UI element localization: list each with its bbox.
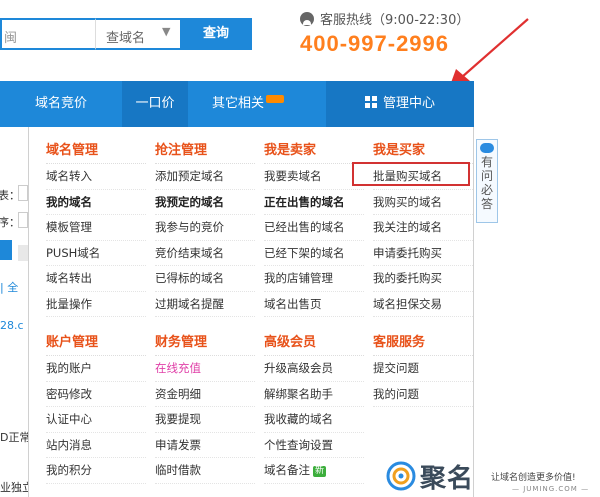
menu-item[interactable]: 我的账户 [46,356,146,382]
partial-button [18,245,28,261]
nav-item-label: 域名竞价 [34,96,87,111]
hotline-number: 400-997-2996 [300,31,450,56]
new-badge-icon [266,95,284,103]
help-tab-char: 答 [480,197,493,211]
nav-item-fixed-price[interactable]: 一口价 [122,81,188,127]
menu-item[interactable]: 认证中心 [46,407,146,433]
menu-column-finance: 财务管理 在线充值 资金明细 我要提现 申请发票 临时借款 [155,331,255,484]
menu-item[interactable]: 在线充值 [155,356,255,382]
partial-button [0,240,12,260]
menu-item[interactable]: 资金明细 [155,382,255,407]
menu-item[interactable]: 域名出售页 [264,292,364,317]
menu-column-seller: 我是卖家 我要卖域名 正在出售的域名 已经出售的域名 已经下架的域名 我的店铺管… [264,139,364,317]
menu-item[interactable]: 过期域名提醒 [155,292,255,317]
menu-item[interactable]: 域名备注新 [264,458,364,484]
watermark-slogan: 让域名创造更多价值! [491,473,576,483]
menu-item[interactable]: 我的委托购买 [373,266,473,292]
partial-label: 序： [0,216,20,229]
menu-column-backorder: 抢注管理 添加预定域名 我预定的域名 我参与的竞价 竞价结束域名 已得标的域名 … [155,139,255,317]
menu-item[interactable]: 我购买的域名 [373,190,473,215]
menu-column-title: 抢注管理 [155,139,255,164]
menu-column-title: 高级会员 [264,331,364,356]
menu-column-support: 客服服务 提交问题 我的问题 [373,331,473,407]
nav-item-management-center[interactable]: 管理中心 [326,81,474,127]
search-button[interactable]: 查询 [180,18,252,50]
menu-item[interactable]: PUSH域名 [46,241,146,266]
grid-icon [364,96,377,108]
menu-item[interactable]: 个性查询设置 [264,433,364,458]
menu-column-title: 域名管理 [46,139,146,164]
partial-input [18,185,28,201]
menu-item[interactable]: 我的店铺管理 [264,266,364,292]
juming-logo-icon [386,461,416,491]
menu-item[interactable]: 域名转出 [46,266,146,292]
menu-column-title: 我是卖家 [264,139,364,164]
domain-select-label: 查域名 [106,31,146,46]
new-badge: 新 [313,466,327,477]
partial-label: 表： [0,189,20,202]
menu-item[interactable]: 批量操作 [46,292,146,317]
menu-item[interactable]: 我关注的域名 [373,215,473,241]
menu-item[interactable]: 解绑聚名助手 [264,382,364,407]
chat-bubble-icon [480,143,494,153]
partial-link: | 全 [0,281,19,294]
menu-column-title: 我是买家 [373,139,473,164]
menu-item[interactable]: 域名担保交易 [373,292,473,317]
watermark-url: — JUMING.COM — [512,485,590,493]
menu-column-title: 账户管理 [46,331,146,356]
menu-item[interactable]: 我预定的域名 [155,190,255,215]
help-tab-char: 必 [480,183,493,197]
partial-link: 28.c [0,319,24,332]
menu-item[interactable]: 域名转入 [46,164,146,190]
menu-item[interactable]: 正在出售的域名 [264,190,364,215]
menu-item[interactable]: 添加预定域名 [155,164,255,190]
headset-icon [300,12,314,26]
menu-item[interactable]: 升级高级会员 [264,356,364,382]
menu-item[interactable]: 站内消息 [46,433,146,458]
menu-item[interactable]: 我收藏的域名 [264,407,364,433]
menu-item-label: 域名备注 [264,463,310,477]
menu-item[interactable]: 模板管理 [46,215,146,241]
help-tab-char: 问 [480,169,493,183]
menu-item[interactable]: 我的积分 [46,458,146,484]
menu-item[interactable]: 我参与的竞价 [155,215,255,241]
search-input[interactable]: 闽 [0,18,95,50]
menu-column-domain-management: 域名管理 域名转入 我的域名 模板管理 PUSH域名 域名转出 批量操作 [46,139,146,317]
chevron-down-icon: ▼ [162,25,171,38]
menu-column-premium: 高级会员 升级高级会员 解绑聚名助手 我收藏的域名 个性查询设置 域名备注新 [264,331,364,484]
menu-item[interactable]: 申请发票 [155,433,255,458]
highlight-box [352,162,470,186]
domain-type-select[interactable]: 查域名 ▼ [95,18,180,50]
menu-column-account: 账户管理 我的账户 密码修改 认证中心 站内消息 我的积分 [46,331,146,484]
background-page: 表： 序： | 全 28.c D正常 业独立 [0,127,33,497]
main-nav: 域名竞价 一口价 其它相关 管理中心 [0,81,474,127]
watermark-brand: 聚名 [420,464,475,494]
help-tab-char: 有 [480,155,493,169]
menu-item[interactable]: 提交问题 [373,356,473,382]
partial-input [18,212,28,228]
menu-item[interactable]: 密码修改 [46,382,146,407]
menu-item[interactable]: 竞价结束域名 [155,241,255,266]
help-tab[interactable]: 有 问 必 答 [476,139,498,223]
nav-item-domain-auction[interactable]: 域名竞价 [0,81,122,127]
menu-column-title: 财务管理 [155,331,255,356]
nav-item-label: 一口价 [135,96,175,111]
menu-item[interactable]: 我要提现 [155,407,255,433]
menu-item[interactable]: 我的域名 [46,190,146,215]
menu-item[interactable]: 已经下架的域名 [264,241,364,266]
nav-item-label: 其它相关 [211,96,264,111]
menu-item[interactable]: 已经出售的域名 [264,215,364,241]
nav-item-other[interactable]: 其它相关 [198,81,298,127]
partial-text: D正常 [0,431,31,444]
menu-item[interactable]: 申请委托购买 [373,241,473,266]
search-input-text: 闽 [4,31,18,46]
menu-column-title: 客服服务 [373,331,473,356]
nav-item-label: 管理中心 [382,96,435,111]
menu-item[interactable]: 已得标的域名 [155,266,255,292]
menu-item[interactable]: 我的问题 [373,382,473,407]
menu-item[interactable]: 临时借款 [155,458,255,484]
menu-item[interactable]: 我要卖域名 [264,164,364,190]
